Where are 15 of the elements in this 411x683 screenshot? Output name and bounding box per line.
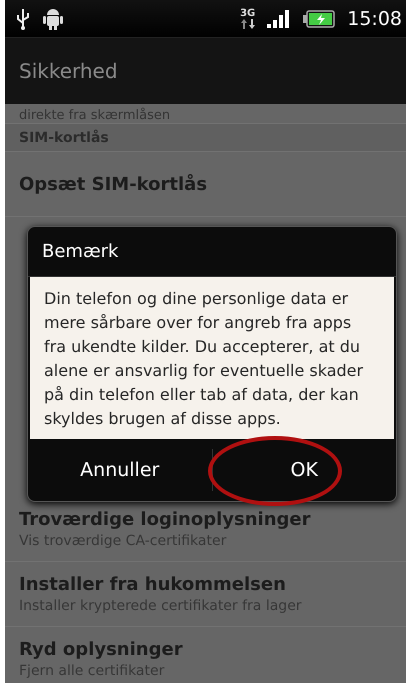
item-title[interactable]: Installer fra hukommelsen bbox=[19, 574, 392, 595]
dialog-button[interactable]: Annuller bbox=[28, 439, 212, 501]
usb-icon bbox=[15, 8, 31, 30]
item-title[interactable]: Ryd oplysninger bbox=[19, 639, 392, 660]
android-icon bbox=[43, 6, 63, 30]
signal-icon bbox=[267, 10, 292, 28]
clock: 15:08 bbox=[347, 8, 402, 30]
data-arrows-icon bbox=[240, 18, 255, 28]
network-type: 3G bbox=[240, 8, 256, 18]
screen-title: Sikkerhed bbox=[19, 59, 118, 83]
item-title[interactable]: Opsæt SIM-kortlås bbox=[19, 174, 392, 194]
dialog-message: Din telefon og dine personlige data er mere sårbare over for angreb fra apps fra ukendte kilder. Du accepterer, at du alene er ansvarlig for eventuelle skader på din telefon eller tab af data, der kan skyldes brugen af disse apps. bbox=[30, 277, 394, 439]
dialog-button[interactable]: OK bbox=[212, 439, 396, 501]
item-title[interactable]: Troværdige loginoplysninger bbox=[19, 509, 392, 530]
battery-icon bbox=[303, 10, 336, 28]
